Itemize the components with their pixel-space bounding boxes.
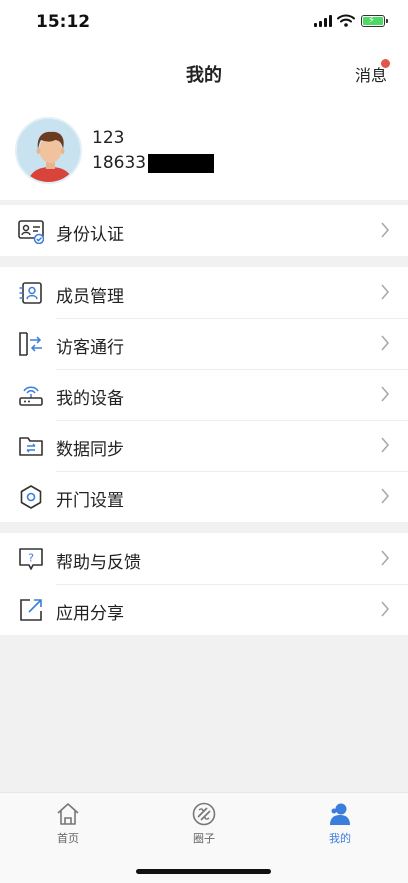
menu-item-app-share[interactable]: 应用分享 xyxy=(0,584,408,635)
status-bar: 15:12 ⚡ xyxy=(0,0,408,44)
menu-group-management: 成员管理 访客通行 我的设备 数据同步 开门设置 xyxy=(0,267,408,522)
tab-circle[interactable]: 圈子 xyxy=(164,799,244,849)
folder-sync-icon xyxy=(19,437,43,456)
home-indicator xyxy=(136,869,271,874)
menu-group-support: ? 帮助与反馈 应用分享 xyxy=(0,533,408,635)
user-profile-icon xyxy=(330,803,350,825)
menu-item-identity-verification[interactable]: 身份认证 xyxy=(0,205,408,256)
visitor-pass-icon xyxy=(19,332,42,356)
page-title: 我的 xyxy=(186,65,222,86)
chevron-right-icon xyxy=(381,386,390,402)
user-avatar-icon xyxy=(17,119,80,182)
tab-mine[interactable]: 我的 xyxy=(300,799,380,849)
menu-item-member-management[interactable]: 成员管理 xyxy=(0,267,408,318)
router-device-icon xyxy=(19,386,43,406)
chevron-right-icon xyxy=(381,284,390,300)
unread-badge-dot xyxy=(381,59,390,68)
tab-label: 我的 xyxy=(329,832,351,845)
hexagon-settings-icon xyxy=(20,485,42,509)
svg-text:?: ? xyxy=(28,552,34,565)
menu-item-my-devices[interactable]: 我的设备 xyxy=(0,369,408,420)
tab-label: 圈子 xyxy=(193,832,215,845)
share-arrow-icon xyxy=(20,599,42,621)
phone-visible-digits: 18633 xyxy=(92,153,147,173)
tab-label: 首页 xyxy=(57,832,79,845)
menu-item-label: 帮助与反馈 xyxy=(56,553,141,573)
menu-item-visitor-pass[interactable]: 访客通行 xyxy=(0,318,408,369)
phone-redaction-block xyxy=(148,153,215,173)
chevron-right-icon xyxy=(381,335,390,351)
menu-item-label: 数据同步 xyxy=(56,440,124,460)
help-bubble-icon: ? xyxy=(19,548,43,570)
home-icon xyxy=(57,803,79,825)
tab-home[interactable]: 首页 xyxy=(28,799,108,849)
wifi-icon xyxy=(337,14,355,27)
menu-item-label: 成员管理 xyxy=(56,287,124,307)
menu-item-label: 我的设备 xyxy=(56,389,124,409)
menu-item-door-settings[interactable]: 开门设置 xyxy=(0,471,408,522)
chevron-right-icon xyxy=(381,488,390,504)
chevron-right-icon xyxy=(381,601,390,617)
circle-compass-icon xyxy=(192,802,216,826)
menu-group-identity: 身份认证 xyxy=(0,205,408,256)
menu-item-help-feedback[interactable]: ? 帮助与反馈 xyxy=(0,533,408,584)
nav-bar: 我的 消息 xyxy=(0,44,408,100)
user-phone: 18633 xyxy=(92,153,215,173)
menu-item-label: 开门设置 xyxy=(56,491,124,511)
chevron-right-icon xyxy=(381,437,390,453)
menu-item-label: 访客通行 xyxy=(56,338,124,358)
battery-charging-icon: ⚡ xyxy=(361,15,388,27)
member-card-icon xyxy=(19,282,42,304)
cellular-signal-icon xyxy=(314,15,332,27)
profile-header[interactable]: 123 18633 xyxy=(0,100,408,200)
menu-item-label: 应用分享 xyxy=(56,604,124,624)
chevron-right-icon xyxy=(381,550,390,566)
menu-item-label: 身份认证 xyxy=(56,225,124,245)
chevron-right-icon xyxy=(381,222,390,238)
menu-item-data-sync[interactable]: 数据同步 xyxy=(0,420,408,471)
status-time: 15:12 xyxy=(36,12,91,32)
user-name: 123 xyxy=(92,128,125,148)
avatar[interactable] xyxy=(15,117,82,184)
id-card-verified-icon xyxy=(18,220,44,244)
